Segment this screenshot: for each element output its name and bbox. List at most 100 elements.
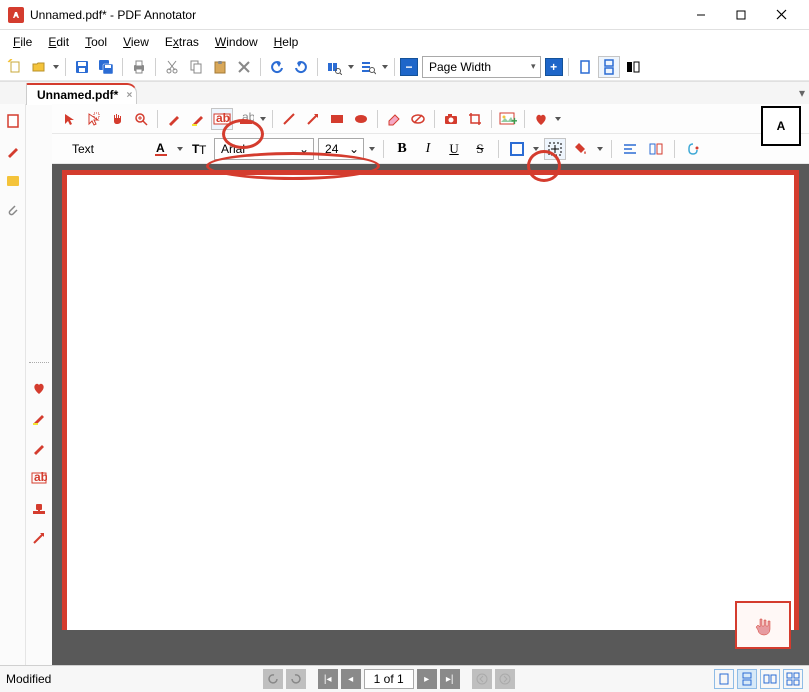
favorite-tool[interactable] (530, 108, 552, 130)
cut-button[interactable] (161, 56, 183, 78)
bold-button[interactable]: B (391, 138, 413, 160)
font-size-dropdown[interactable] (368, 147, 376, 151)
menu-extras[interactable]: Extras (158, 33, 206, 51)
lock-button[interactable] (682, 138, 704, 160)
font-color-button[interactable]: A (150, 138, 172, 160)
eraser-tool[interactable] (383, 108, 405, 130)
search-button[interactable] (357, 56, 379, 78)
pencil-tool-icon[interactable] (30, 439, 48, 457)
first-page-button[interactable]: |◂ (318, 669, 338, 689)
rectangle-tool[interactable] (326, 108, 348, 130)
underline-button[interactable]: U (443, 138, 465, 160)
page-number-field[interactable]: 1 of 1 (364, 669, 414, 689)
menu-file[interactable]: File (6, 33, 39, 51)
font-color-dropdown[interactable] (176, 147, 184, 151)
zoom-out-button[interactable]: − (400, 58, 418, 76)
touch-hint-box[interactable] (735, 601, 791, 649)
menu-window[interactable]: Window (208, 33, 265, 51)
text-tool-icon[interactable]: ab (30, 469, 48, 487)
find-dropdown[interactable] (347, 65, 355, 69)
select-tool[interactable] (58, 108, 80, 130)
favorites-tool-icon[interactable] (30, 379, 48, 397)
border-button[interactable] (506, 138, 528, 160)
rotate-right-button[interactable] (286, 669, 306, 689)
pen-panel-icon[interactable] (4, 142, 22, 160)
undo-button[interactable] (266, 56, 288, 78)
page-1[interactable] (62, 170, 799, 630)
maximize-button[interactable] (721, 0, 761, 30)
menu-tool[interactable]: Tool (78, 33, 114, 51)
border-dropdown[interactable] (532, 147, 540, 151)
paste-button[interactable] (209, 56, 231, 78)
zoom-select[interactable]: Page Width ▾ (422, 56, 541, 78)
favorite-dropdown[interactable] (554, 117, 562, 121)
lasso-tool[interactable] (82, 108, 104, 130)
layout-two-page-button[interactable] (622, 56, 644, 78)
fill-color-button[interactable] (570, 138, 592, 160)
font-size-select[interactable]: 24 ⌄ (318, 138, 364, 160)
print-button[interactable] (128, 56, 150, 78)
notes-panel-icon[interactable] (4, 172, 22, 190)
pages-panel-icon[interactable] (4, 112, 22, 130)
view-single-button[interactable] (714, 669, 734, 689)
whiteout-tool[interactable] (407, 108, 429, 130)
text-box-tool[interactable]: ab| (211, 108, 233, 130)
font-family-select[interactable]: Arial ⌄ (214, 138, 314, 160)
save-all-button[interactable] (95, 56, 117, 78)
stamp-tool-icon[interactable] (30, 499, 48, 517)
save-button[interactable] (71, 56, 93, 78)
open-button[interactable] (28, 56, 50, 78)
nav-back-button[interactable] (472, 669, 492, 689)
snapshot-tool[interactable] (440, 108, 462, 130)
copy-button[interactable] (185, 56, 207, 78)
arrow-tool-icon[interactable] (30, 529, 48, 547)
arrow-shape-tool[interactable] (302, 108, 324, 130)
pen-tool[interactable] (163, 108, 185, 130)
attachments-panel-icon[interactable] (4, 202, 22, 220)
character-preview-box: A (761, 106, 801, 146)
align-button[interactable] (619, 138, 641, 160)
prev-page-button[interactable]: ◂ (341, 669, 361, 689)
document-tab[interactable]: Unnamed.pdf* × (26, 83, 137, 105)
fit-box-button[interactable] (544, 138, 566, 160)
strikethrough-button[interactable]: S (469, 138, 491, 160)
menu-view[interactable]: View (116, 33, 156, 51)
menu-help[interactable]: Help (267, 33, 306, 51)
nav-forward-button[interactable] (495, 669, 515, 689)
italic-button[interactable]: I (417, 138, 439, 160)
marker-tool[interactable] (187, 108, 209, 130)
zoom-tool[interactable] (130, 108, 152, 130)
image-tool[interactable]: + (497, 108, 519, 130)
open-dropdown[interactable] (52, 65, 60, 69)
rotate-left-button[interactable] (263, 669, 283, 689)
view-two-continuous-button[interactable] (783, 669, 803, 689)
view-continuous-button[interactable] (737, 669, 757, 689)
redo-button[interactable] (290, 56, 312, 78)
tabstrip-menu-icon[interactable]: ▾ (799, 86, 805, 100)
ellipse-tool[interactable] (350, 108, 372, 130)
spacing-button[interactable] (645, 138, 667, 160)
last-page-button[interactable]: ▸| (440, 669, 460, 689)
new-button[interactable] (4, 56, 26, 78)
layout-continuous-button[interactable] (598, 56, 620, 78)
minimize-button[interactable] (681, 0, 721, 30)
fill-dropdown[interactable] (596, 147, 604, 151)
layout-single-button[interactable] (574, 56, 596, 78)
close-button[interactable] (761, 0, 801, 30)
highlighter-tool-icon[interactable] (30, 409, 48, 427)
next-page-button[interactable]: ▸ (417, 669, 437, 689)
zoom-in-button[interactable]: + (545, 58, 563, 76)
text-dropdown[interactable] (259, 117, 267, 121)
view-two-page-button[interactable] (760, 669, 780, 689)
menu-edit[interactable]: Edit (41, 33, 76, 51)
font-style-button[interactable]: TT (188, 138, 210, 160)
tab-close-icon[interactable]: × (127, 90, 133, 101)
pan-tool[interactable] (106, 108, 128, 130)
underline-tool[interactable]: ab (235, 108, 257, 130)
search-dropdown[interactable] (381, 65, 389, 69)
document-canvas[interactable] (52, 164, 809, 665)
line-tool[interactable] (278, 108, 300, 130)
find-button[interactable] (323, 56, 345, 78)
crop-tool[interactable] (464, 108, 486, 130)
delete-button[interactable] (233, 56, 255, 78)
